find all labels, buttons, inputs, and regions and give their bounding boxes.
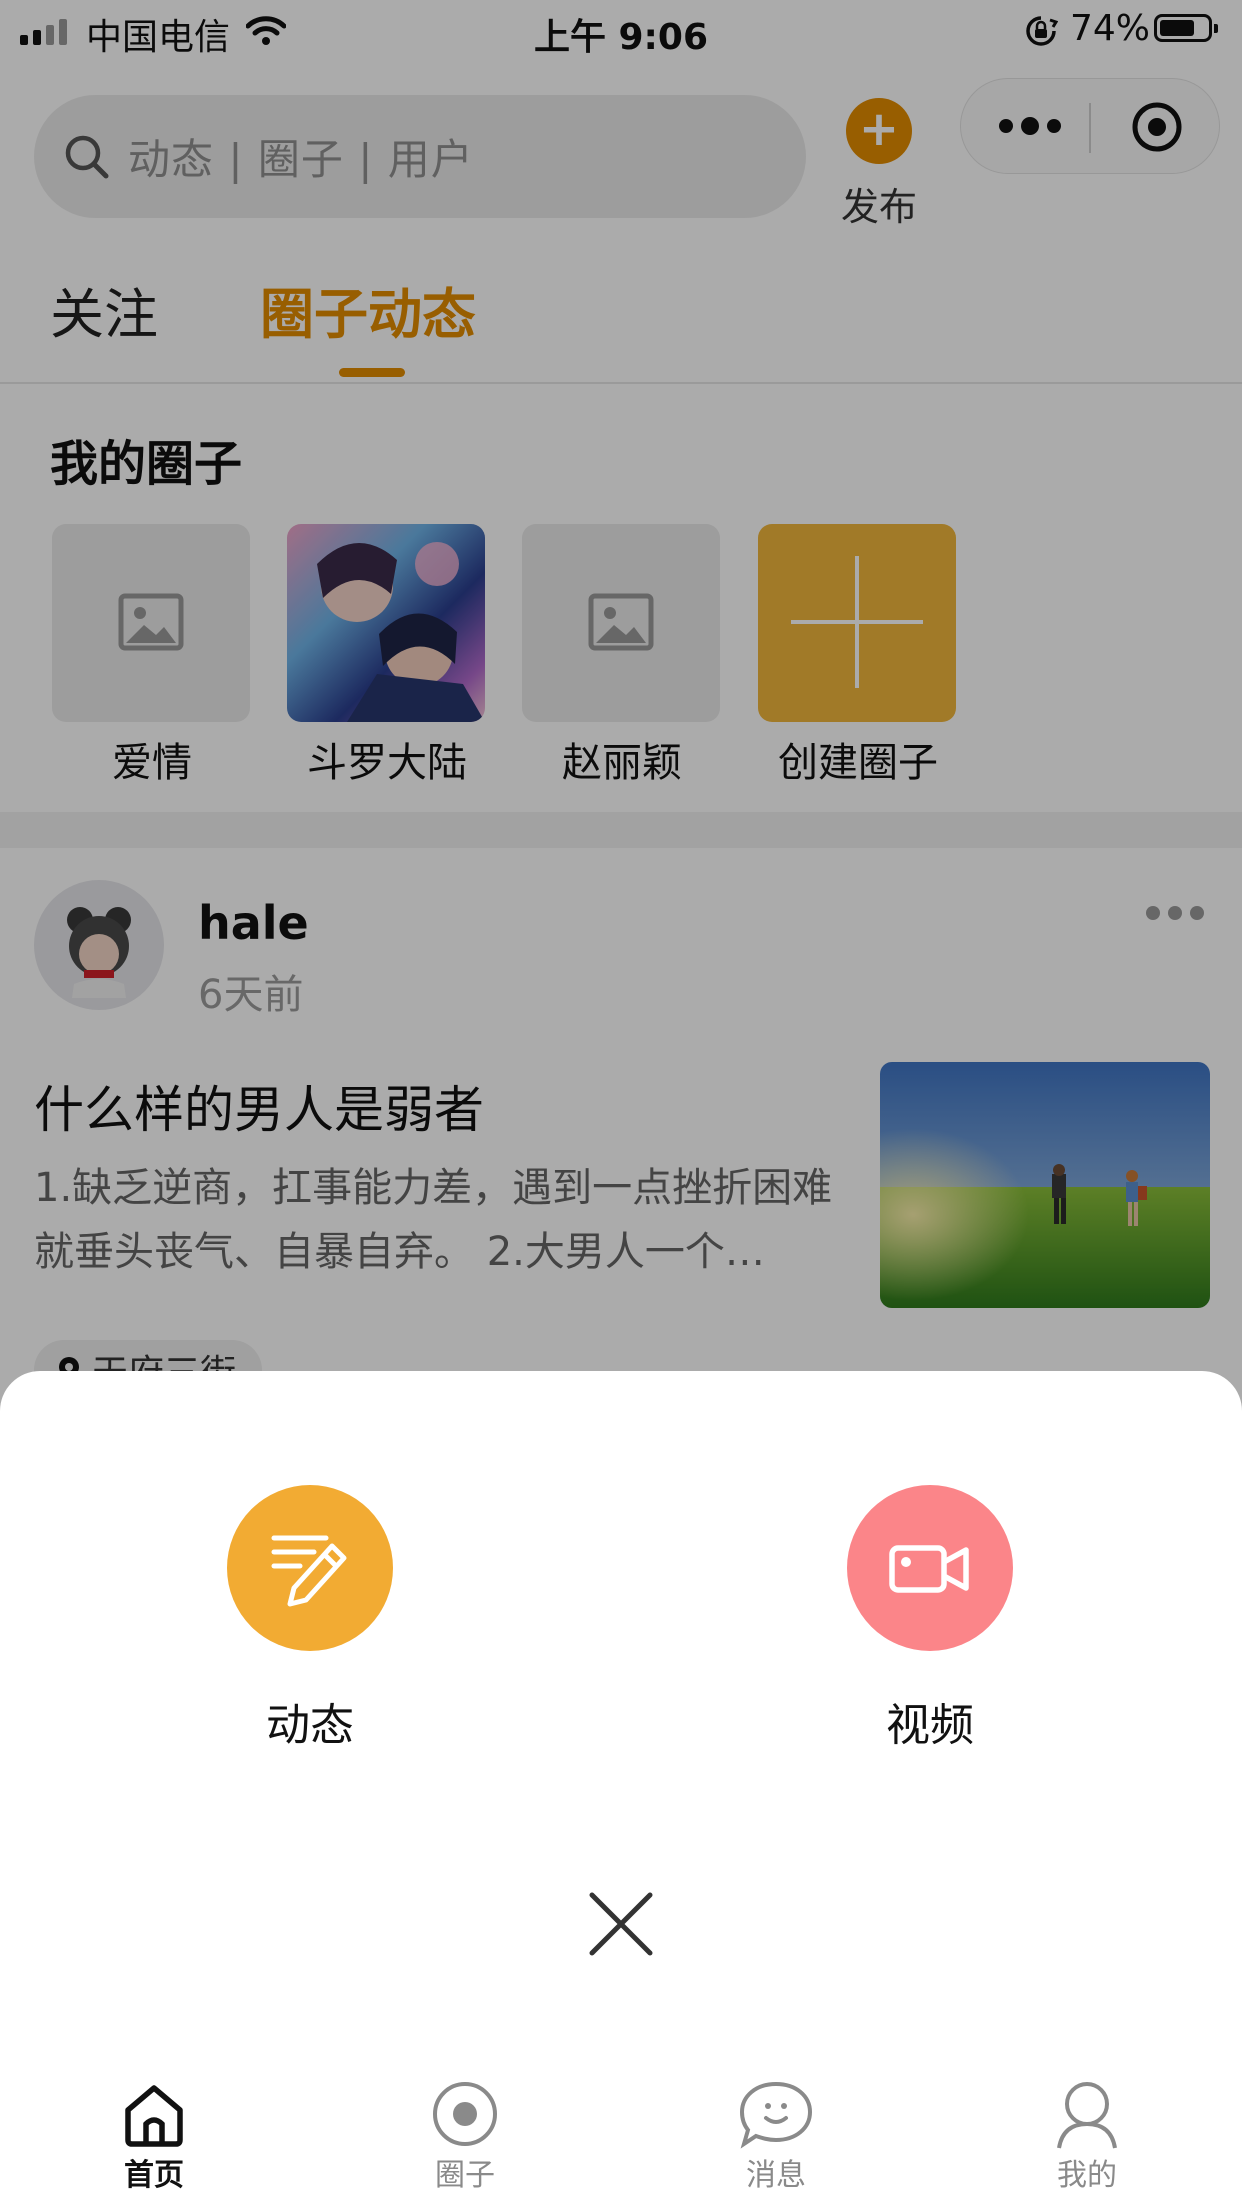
tabbar-label: 我的 <box>1057 2158 1117 2193</box>
user-icon <box>1057 2082 1117 2149</box>
bottom-tab-bar: 首页 圈子 消息 我的 <box>0 2064 1242 2208</box>
chat-smile-icon <box>739 2081 813 2149</box>
tabbar-label: 圈子 <box>435 2158 495 2193</box>
action-circle <box>227 1485 393 1651</box>
tabbar-label: 消息 <box>746 2158 806 2193</box>
publish-post-button[interactable]: 动态 <box>190 1485 430 1753</box>
circle-dot-icon <box>433 2082 497 2146</box>
tabbar-item-circle[interactable]: 圈子 <box>375 2078 555 2194</box>
tabbar-item-messages[interactable]: 消息 <box>686 2078 866 2194</box>
close-icon[interactable] <box>582 1885 660 1963</box>
publish-video-button[interactable]: 视频 <box>810 1485 1050 1753</box>
tabbar-item-me[interactable]: 我的 <box>997 2078 1177 2194</box>
pencil-note-icon <box>271 1535 347 1607</box>
action-circle <box>847 1485 1013 1651</box>
app-root: 中国电信 上午 9:06 74% 动态 | 圈子 | 用户 + 发布 关注 圈子… <box>0 0 1242 2208</box>
action-label: 动态 <box>266 1700 354 1751</box>
home-icon <box>125 2085 183 2147</box>
action-label: 视频 <box>886 1700 974 1751</box>
tabbar-item-home[interactable]: 首页 <box>64 2078 244 2194</box>
video-camera-icon <box>889 1545 969 1593</box>
tabbar-label: 首页 <box>124 2158 184 2193</box>
